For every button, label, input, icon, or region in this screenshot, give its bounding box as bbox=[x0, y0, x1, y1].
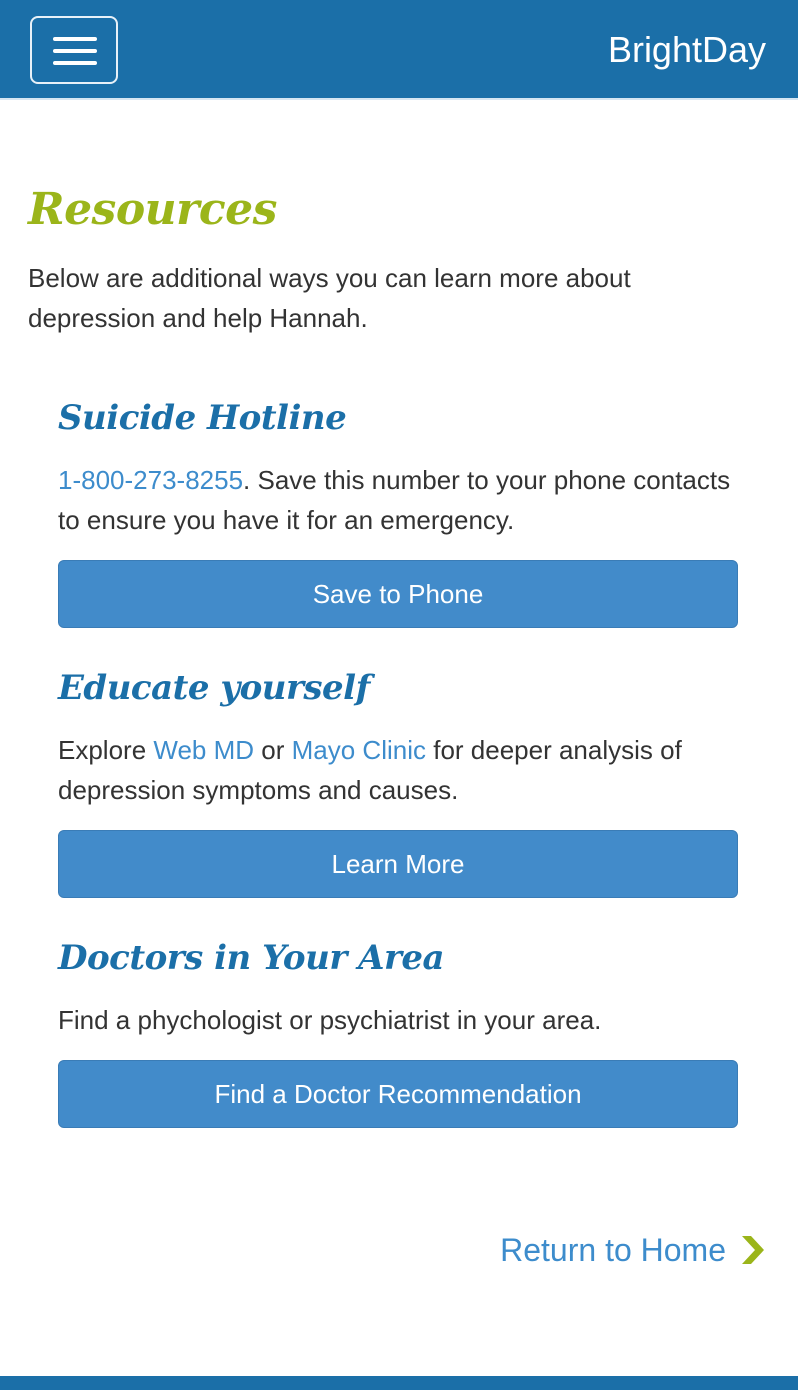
educate-text-between: or bbox=[254, 735, 292, 765]
mayo-clinic-link[interactable]: Mayo Clinic bbox=[292, 735, 426, 765]
save-to-phone-button[interactable]: Save to Phone bbox=[58, 560, 738, 628]
navbar: BrightDay bbox=[0, 0, 798, 100]
learn-more-button[interactable]: Learn More bbox=[58, 830, 738, 898]
hotline-phone-link[interactable]: 1-800-273-8255 bbox=[58, 465, 243, 495]
section-heading-hotline: Suicide Hotline bbox=[58, 398, 347, 438]
section-heading-educate: Educate yourself bbox=[58, 668, 370, 708]
page-title: Resources bbox=[28, 184, 277, 235]
footer-bar bbox=[0, 1376, 798, 1390]
section-heading-doctors: Doctors in Your Area bbox=[58, 938, 445, 978]
intro-text: Below are additional ways you can learn … bbox=[28, 263, 631, 333]
page: BrightDay Resources Below are additional… bbox=[0, 0, 798, 1390]
educate-text-before: Explore bbox=[58, 735, 154, 765]
section-text-educate: Explore Web MD or Mayo Clinic for deeper… bbox=[58, 730, 748, 810]
return-to-home-link[interactable]: Return to Home bbox=[500, 1228, 766, 1272]
menu-toggle-button[interactable] bbox=[30, 16, 118, 84]
section-text-hotline: 1-800-273-8255. Save this number to your… bbox=[58, 460, 748, 540]
section-text-doctors: Find a phychologist or psychiatrist in y… bbox=[58, 1005, 602, 1035]
return-to-home-label: Return to Home bbox=[500, 1231, 726, 1268]
brand-logo[interactable]: BrightDay bbox=[608, 28, 766, 72]
find-doctor-button[interactable]: Find a Doctor Recommendation bbox=[58, 1060, 738, 1128]
chevron-right-icon bbox=[742, 1236, 764, 1264]
webmd-link[interactable]: Web MD bbox=[153, 735, 254, 765]
